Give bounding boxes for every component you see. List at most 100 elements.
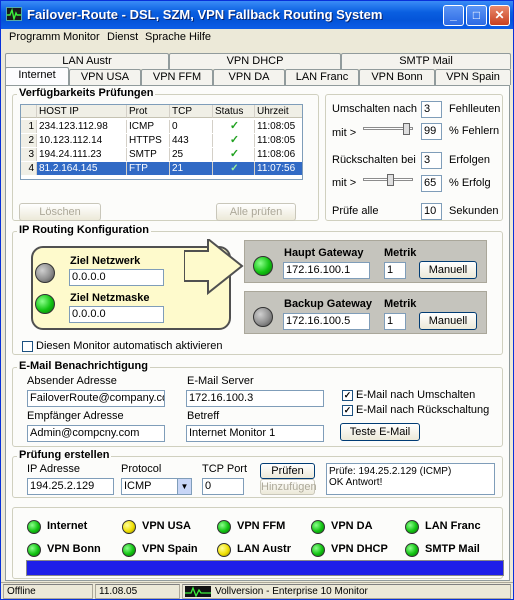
notify-switch-checkbox[interactable]: ✓ — [342, 390, 353, 401]
test-email-button[interactable]: Teste E-Mail — [340, 423, 420, 441]
tab-internet[interactable]: Internet — [5, 67, 69, 85]
tab-vpn-dhcp[interactable]: VPN DHCP — [169, 53, 341, 69]
delete-button[interactable]: Löschen — [19, 203, 101, 221]
mail-server-field[interactable]: 172.16.100.3 — [186, 390, 324, 407]
switch-after-field[interactable]: 3 — [421, 101, 442, 118]
col-time[interactable]: Uhrzeit — [255, 105, 302, 118]
availability-table[interactable]: HOST IP Prot TCP Status Uhrzeit 1 234.12… — [20, 104, 303, 180]
status-check-icon: ✓ — [213, 148, 255, 161]
maximize-button[interactable]: □ — [466, 5, 487, 26]
arrow-right-icon — [184, 239, 244, 296]
error-percent-field[interactable]: 99 — [421, 123, 442, 140]
status-monitor-label[interactable]: SMTP Mail — [425, 543, 480, 555]
tab-lan-franc[interactable]: LAN Franc — [285, 69, 359, 85]
menu-hilfe[interactable]: Hilfe — [189, 31, 211, 43]
status-monitor-label[interactable]: VPN Bonn — [47, 543, 101, 555]
check-button[interactable]: Prüfen — [260, 463, 315, 479]
menu-monitor[interactable]: Monitor — [63, 31, 100, 43]
result-line: Prüfe: 194.25.2.129 (ICMP) — [329, 466, 452, 477]
subject-field[interactable]: Internet Monitor 1 — [186, 425, 324, 442]
status-led — [217, 520, 231, 534]
success-slider-thumb[interactable] — [386, 174, 394, 186]
progress-fill — [27, 561, 503, 575]
success-percent-field[interactable]: 65 — [421, 175, 442, 192]
add-button[interactable]: Hinzufügen — [260, 479, 317, 495]
status-led — [311, 543, 325, 557]
table-row[interactable]: 3 194.24.111.23 SMTP 25 ✓ 11:08:06 — [21, 148, 302, 161]
status-monitor-label[interactable]: LAN Franc — [425, 520, 481, 532]
menu-dienst[interactable]: Dienst — [107, 31, 138, 43]
target-network-field[interactable]: 0.0.0.0 — [69, 269, 164, 286]
status-monitor-label[interactable]: LAN Austr — [237, 543, 291, 555]
status-led — [405, 520, 419, 534]
tab-vpn-usa[interactable]: VPN USA — [69, 69, 141, 85]
target-mask-led — [35, 294, 55, 314]
close-button[interactable]: ✕ — [489, 5, 510, 26]
tab-row-upper: LAN Austr VPN DHCP SMTP Mail — [5, 53, 511, 69]
protocol-select[interactable]: ICMP ▼ — [121, 478, 192, 495]
menu-programm[interactable]: Programm — [9, 31, 60, 43]
menu-bar: Programm Monitor Dienst Sprache Hilfe — [1, 29, 513, 47]
availability-title: Verfügbarkeits Prüfungen — [17, 87, 156, 99]
status-monitor-label[interactable]: VPN USA — [142, 520, 191, 532]
menu-sprache[interactable]: Sprache — [145, 31, 186, 43]
main-gateway-ip-field[interactable]: 172.16.100.1 — [283, 262, 370, 279]
status-led — [217, 543, 231, 557]
check-all-button[interactable]: Alle prüfen — [216, 203, 296, 221]
status-monitor-label[interactable]: VPN DA — [331, 520, 373, 532]
tab-row-lower: Internet VPN USA VPN FFM VPN DA LAN Fran… — [5, 67, 511, 85]
status-time: 11.08.05 — [95, 584, 180, 599]
status-led — [405, 543, 419, 557]
app-heartbeat-icon — [6, 7, 22, 21]
interval-field[interactable]: 10 — [421, 203, 442, 220]
backup-gateway-manual-button[interactable]: Manuell — [419, 312, 477, 330]
status-monitor-label[interactable]: VPN FFM — [237, 520, 285, 532]
status-monitor-label[interactable]: Internet — [47, 520, 87, 532]
main-gateway-led — [253, 256, 273, 276]
notify-back-checkbox[interactable]: ✓ — [342, 405, 353, 416]
heartbeat-icon — [185, 586, 211, 597]
main-gateway-metric-field[interactable]: 1 — [384, 262, 406, 279]
col-tcp[interactable]: TCP — [170, 105, 213, 118]
status-monitor-label[interactable]: VPN Spain — [142, 543, 198, 555]
minimize-button[interactable]: _ — [443, 5, 464, 26]
tab-vpn-da[interactable]: VPN DA — [213, 69, 285, 85]
recipient-address-field[interactable]: Admin@compcny.com — [27, 425, 165, 442]
test-port-field[interactable]: 0 — [202, 478, 244, 495]
switch-back-field[interactable]: 3 — [421, 152, 442, 169]
status-monitor-label[interactable]: VPN DHCP — [331, 543, 388, 555]
window-title: Failover-Route - DSL, SZM, VPN Fallback … — [27, 7, 383, 22]
tab-vpn-bonn[interactable]: VPN Bonn — [359, 69, 435, 85]
tab-smtp-mail[interactable]: SMTP Mail — [341, 53, 511, 69]
auto-monitor-checkbox[interactable] — [22, 341, 33, 352]
table-row-selected[interactable]: 4 81.2.164.145 FTP 21 ✓ 11:07:56 — [21, 162, 302, 175]
table-header-row: HOST IP Prot TCP Status Uhrzeit — [21, 105, 302, 118]
status-bar: Offline 11.08.05 Vollversion - Enterpris… — [1, 582, 513, 599]
status-check-icon: ✓ — [213, 134, 255, 147]
backup-gateway-ip-field[interactable]: 172.16.100.5 — [283, 313, 370, 330]
status-check-icon: ✓ — [213, 120, 255, 133]
status-led — [311, 520, 325, 534]
table-row[interactable]: 1 234.123.112.98 ICMP 0 ✓ 11:08:05 — [21, 120, 302, 133]
backup-gateway-metric-field[interactable]: 1 — [384, 313, 406, 330]
title-bar[interactable]: Failover-Route - DSL, SZM, VPN Fallback … — [1, 1, 513, 29]
col-host-ip[interactable]: HOST IP — [37, 105, 127, 118]
chevron-down-icon[interactable]: ▼ — [177, 479, 191, 494]
test-ip-field[interactable]: 194.25.2.129 — [27, 478, 114, 495]
error-slider-thumb[interactable] — [402, 123, 410, 135]
col-status[interactable]: Status — [213, 105, 255, 118]
target-network-led — [35, 263, 55, 283]
status-check-icon: ✓ — [213, 162, 255, 175]
main-gateway-manual-button[interactable]: Manuell — [419, 261, 477, 279]
sender-address-field[interactable]: FailoverRoute@company.com — [27, 390, 165, 407]
backup-gateway-led — [253, 307, 273, 327]
status-state: Offline — [3, 584, 93, 599]
col-prot[interactable]: Prot — [127, 105, 170, 118]
table-row[interactable]: 2 10.123.112.14 HTTPS 443 ✓ 11:08:05 — [21, 134, 302, 147]
target-mask-field[interactable]: 0.0.0.0 — [69, 306, 164, 323]
email-title: E-Mail Benachrichtigung — [17, 360, 150, 372]
status-led — [27, 520, 41, 534]
tab-vpn-ffm[interactable]: VPN FFM — [141, 69, 213, 85]
test-result-box: Prüfe: 194.25.2.129 (ICMP) OK Antwort! — [326, 463, 495, 495]
tab-vpn-spain[interactable]: VPN Spain — [435, 69, 511, 85]
